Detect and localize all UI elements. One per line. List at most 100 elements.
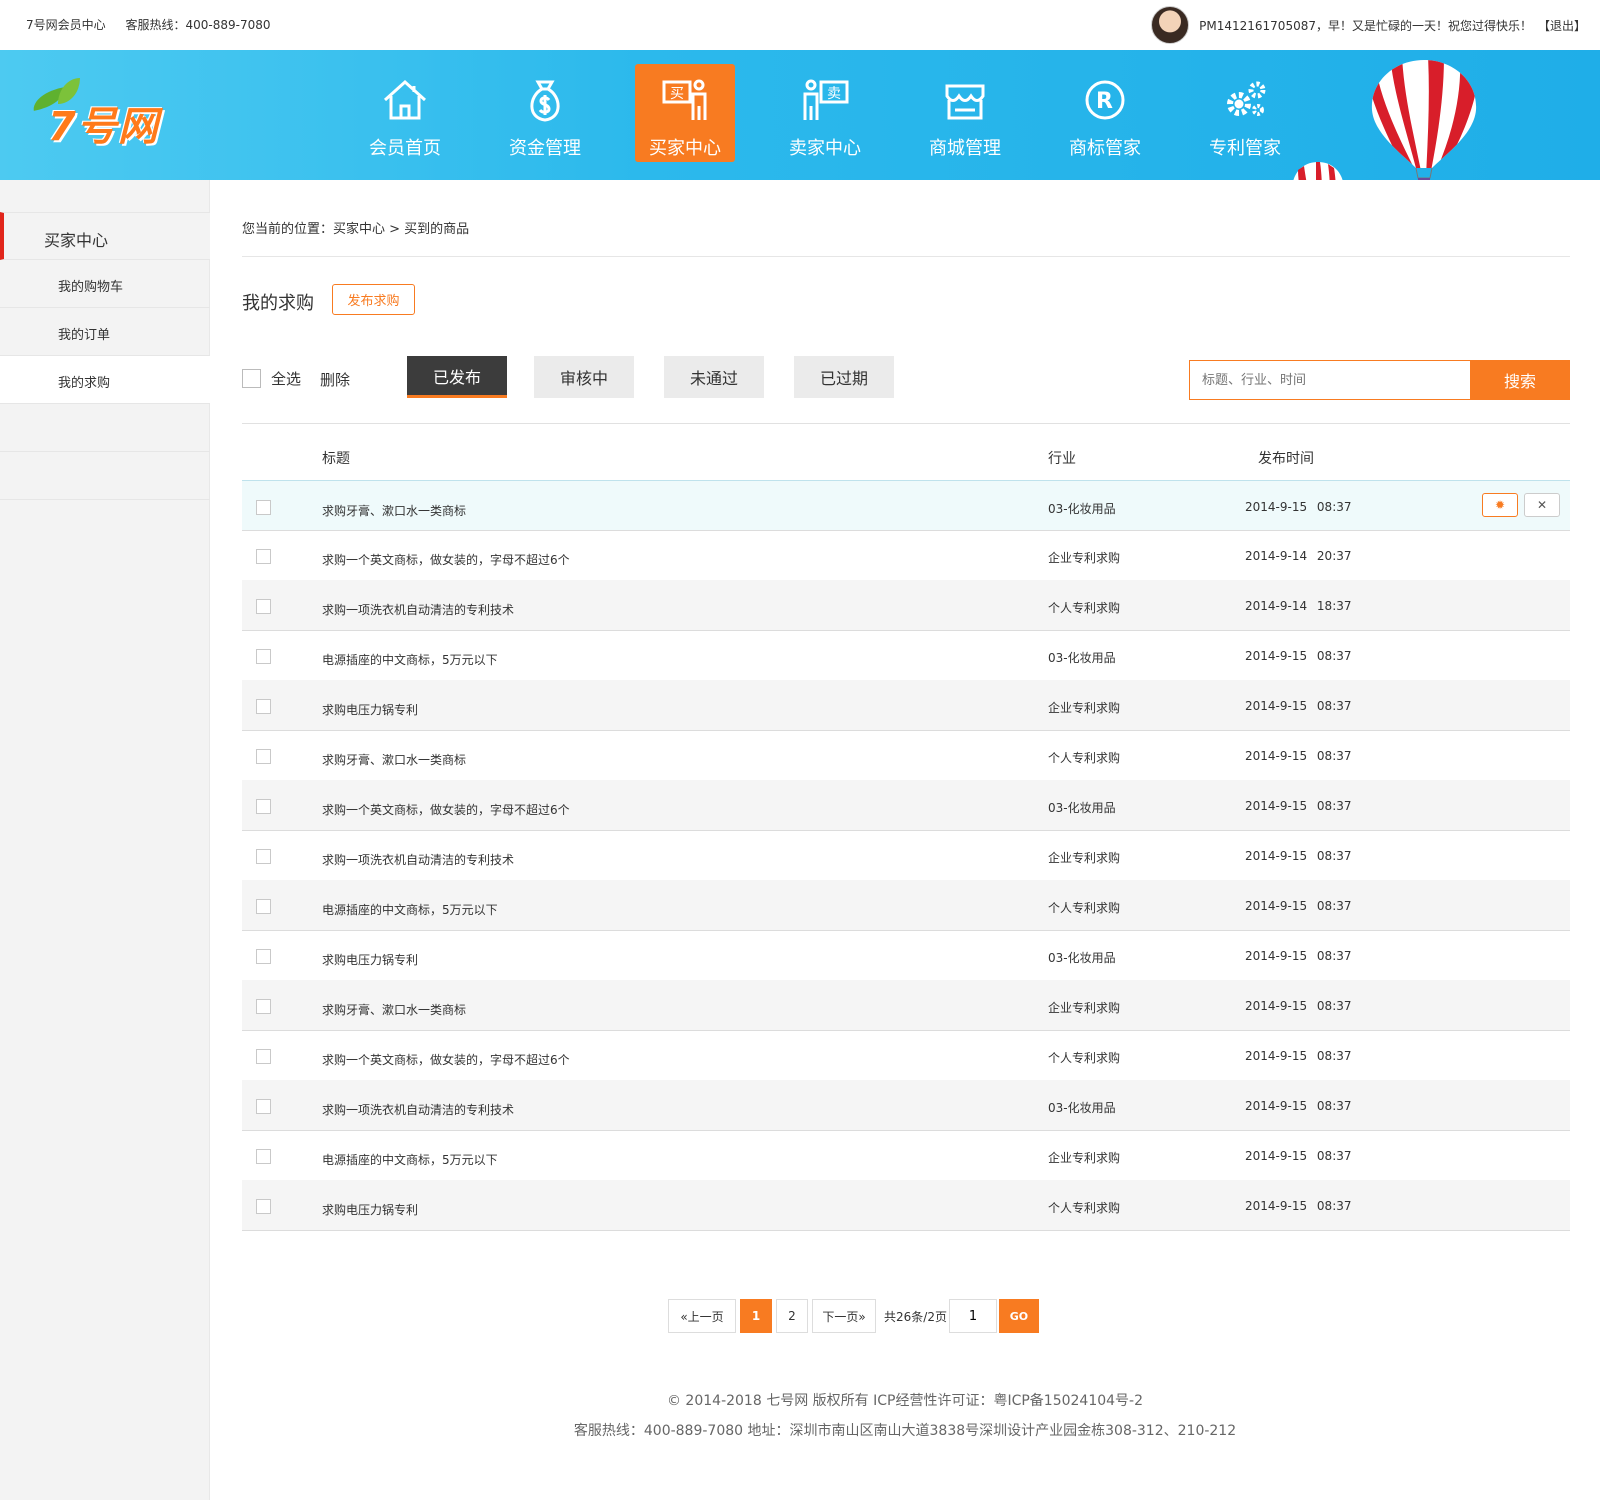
seller-badge: 卖 <box>827 86 841 102</box>
logout-link[interactable]: 【退出】 <box>1538 17 1586 34</box>
row-title[interactable]: 电源插座的中文商标，5万元以下 <box>322 651 498 668</box>
row-industry: 个人专利求购 <box>1048 901 1121 915</box>
table-row[interactable]: 电源插座的中文商标，5万元以下 03-化妆用品 2014-9-15 08:37 <box>242 630 1570 681</box>
table-row[interactable]: 求购一个英文商标，做女装的，字母不超过6个 个人专利求购 2014-9-15 08:… <box>242 1030 1570 1081</box>
nav-trademark[interactable]: R 商标管家 <box>1055 64 1155 162</box>
close-icon[interactable]: ✕ <box>1524 493 1560 517</box>
tab-rejected[interactable]: 未通过 <box>664 356 764 398</box>
home-icon <box>383 79 427 120</box>
row-checkbox[interactable] <box>256 949 271 964</box>
page-jump-input[interactable] <box>948 1299 997 1333</box>
row-time: 2014-9-15 08:37 <box>1245 999 1352 1013</box>
row-time: 2014-9-15 08:37 <box>1245 1199 1352 1213</box>
row-checkbox[interactable] <box>256 500 271 515</box>
row-checkbox[interactable] <box>256 1199 271 1214</box>
small-balloon-icon <box>1293 162 1343 180</box>
row-checkbox[interactable] <box>256 999 271 1014</box>
delete-button[interactable]: 删除 <box>320 369 350 390</box>
select-all-checkbox[interactable] <box>242 369 261 388</box>
sidebar-item-label: 我的订单 <box>58 328 111 343</box>
page-2-button[interactable]: 2 <box>776 1299 808 1333</box>
nav-label: 商标管家 <box>1069 138 1141 159</box>
row-checkbox[interactable] <box>256 1099 271 1114</box>
publish-request-button[interactable]: 发布求购 <box>332 284 415 315</box>
sidebar-item-orders[interactable]: 我的订单 <box>0 308 210 356</box>
row-industry: 03-化妆用品 <box>1048 502 1116 516</box>
tab-expired[interactable]: 已过期 <box>794 356 894 398</box>
select-all[interactable]: 全选 <box>242 368 301 389</box>
column-header-industry: 行业 <box>1048 451 1076 467</box>
user-info: PM1412161705087，早！又是忙碌的一天！祝您过得快乐！ 【退出】 <box>1151 6 1586 44</box>
table-row[interactable]: 求购一个英文商标，做女装的，字母不超过6个 03-化妆用品 2014-9-15 08… <box>242 780 1570 831</box>
table-row[interactable]: 求购一个英文商标，做女装的，字母不超过6个 企业专利求购 2014-9-14 20:… <box>242 530 1570 581</box>
row-checkbox[interactable] <box>256 749 271 764</box>
table-row[interactable]: 求购电压力锅专利 个人专利求购 2014-9-15 08:37 <box>242 1180 1570 1231</box>
table-row[interactable]: 电源插座的中文商标，5万元以下 企业专利求购 2014-9-15 08:37 <box>242 1130 1570 1181</box>
table-row[interactable]: 求购牙膏、漱口水一类商标 个人专利求购 2014-9-15 08:37 <box>242 730 1570 781</box>
row-title[interactable]: 求购一项洗衣机自动清洁的专利技术 <box>322 1101 514 1118</box>
row-title[interactable]: 电源插座的中文商标，5万元以下 <box>322 1151 498 1168</box>
row-checkbox[interactable] <box>256 549 271 564</box>
divider <box>242 256 1570 257</box>
row-checkbox[interactable] <box>256 649 271 664</box>
page-1-button[interactable]: 1 <box>740 1299 772 1333</box>
table-row[interactable]: 电源插座的中文商标，5万元以下 个人专利求购 2014-9-15 08:37 <box>242 880 1570 931</box>
nav-funds[interactable]: 资金管理 <box>495 64 595 162</box>
nav-buyer-center[interactable]: 买 买家中心 <box>635 64 735 162</box>
search-input[interactable] <box>1189 360 1470 400</box>
go-button[interactable]: GO <box>998 1299 1039 1333</box>
table-row[interactable]: 求购电压力锅专利 企业专利求购 2014-9-15 08:37 <box>242 680 1570 731</box>
row-checkbox[interactable] <box>256 849 271 864</box>
hotline: 客服热线：400-889-7080 <box>125 18 271 32</box>
prev-page-button[interactable]: «上一页 <box>668 1299 736 1333</box>
nav-seller-center[interactable]: 卖 卖家中心 <box>775 64 875 162</box>
gears-icon <box>1227 81 1266 116</box>
row-title[interactable]: 电源插座的中文商标，5万元以下 <box>322 901 498 918</box>
sidebar-item-cart[interactable]: 我的购物车 <box>0 260 210 308</box>
row-checkbox[interactable] <box>256 799 271 814</box>
row-checkbox[interactable] <box>256 699 271 714</box>
row-checkbox[interactable] <box>256 1049 271 1064</box>
tab-published[interactable]: 已发布 <box>407 356 507 398</box>
nav-mall-management[interactable]: 商城管理 <box>915 64 1015 162</box>
table-row[interactable]: 求购牙膏、漱口水一类商标 企业专利求购 2014-9-15 08:37 <box>242 980 1570 1031</box>
table-row[interactable]: 求购一项洗衣机自动清洁的专利技术 个人专利求购 2014-9-14 18:37 <box>242 580 1570 631</box>
nav-member-home[interactable]: 会员首页 <box>355 64 455 162</box>
avatar[interactable] <box>1151 6 1190 44</box>
table-row[interactable]: 求购电压力锅专利 03-化妆用品 2014-9-15 08:37 <box>242 930 1570 981</box>
row-checkbox[interactable] <box>256 599 271 614</box>
row-title[interactable]: 求购牙膏、漱口水一类商标 <box>322 502 466 519</box>
sidebar-item-my-requests[interactable]: 我的求购 <box>0 356 210 404</box>
nav-patent[interactable]: 专利管家 <box>1195 64 1295 162</box>
search-button[interactable]: 搜索 <box>1470 360 1570 400</box>
row-title[interactable]: 求购一个英文商标，做女装的，字母不超过6个 <box>322 801 570 818</box>
row-title[interactable]: 求购一个英文商标，做女装的，字母不超过6个 <box>322 551 570 568</box>
nav-label: 商城管理 <box>929 138 1001 159</box>
edit-icon[interactable]: ✹ <box>1482 493 1518 517</box>
row-title[interactable]: 求购一项洗衣机自动清洁的专利技术 <box>322 601 514 618</box>
row-time: 2014-9-15 08:37 <box>1245 799 1352 813</box>
next-page-button[interactable]: 下一页» <box>812 1299 876 1333</box>
row-checkbox[interactable] <box>256 1149 271 1164</box>
tab-reviewing[interactable]: 审核中 <box>534 356 634 398</box>
row-industry: 企业专利求购 <box>1048 851 1121 865</box>
table-row[interactable]: 求购一项洗衣机自动清洁的专利技术 企业专利求购 2014-9-15 08:37 <box>242 830 1570 881</box>
logo[interactable]: 7号网 <box>28 76 188 150</box>
row-industry: 企业专利求购 <box>1048 551 1121 565</box>
top-bar-left: 7号网会员中心 客服热线：400-889-7080 <box>26 16 286 33</box>
row-checkbox[interactable] <box>256 899 271 914</box>
row-title[interactable]: 求购牙膏、漱口水一类商标 <box>322 1001 466 1018</box>
row-title[interactable]: 求购一项洗衣机自动清洁的专利技术 <box>322 851 514 868</box>
store-icon <box>945 84 985 120</box>
row-title[interactable]: 求购电压力锅专利 <box>322 1201 418 1218</box>
row-title[interactable]: 求购电压力锅专利 <box>322 951 418 968</box>
row-title[interactable]: 求购牙膏、漱口水一类商标 <box>322 751 466 768</box>
row-industry: 企业专利求购 <box>1048 1151 1121 1165</box>
main-nav: 会员首页 资金管理 买 买家中心 卖 卖家中心 商城管理 R 商标管家 专利管家 <box>355 64 1335 162</box>
row-time: 2014-9-15 08:37 <box>1245 1049 1352 1063</box>
row-title[interactable]: 求购一个英文商标，做女装的，字母不超过6个 <box>322 1051 570 1068</box>
row-title[interactable]: 求购电压力锅专利 <box>322 701 418 718</box>
row-time: 2014-9-15 08:37 <box>1245 1149 1352 1163</box>
table-row[interactable]: 求购一项洗衣机自动清洁的专利技术 03-化妆用品 2014-9-15 08:37 <box>242 1080 1570 1131</box>
table-row[interactable]: 求购牙膏、漱口水一类商标 03-化妆用品 2014-9-15 08:37 ✹ ✕ <box>242 480 1570 531</box>
